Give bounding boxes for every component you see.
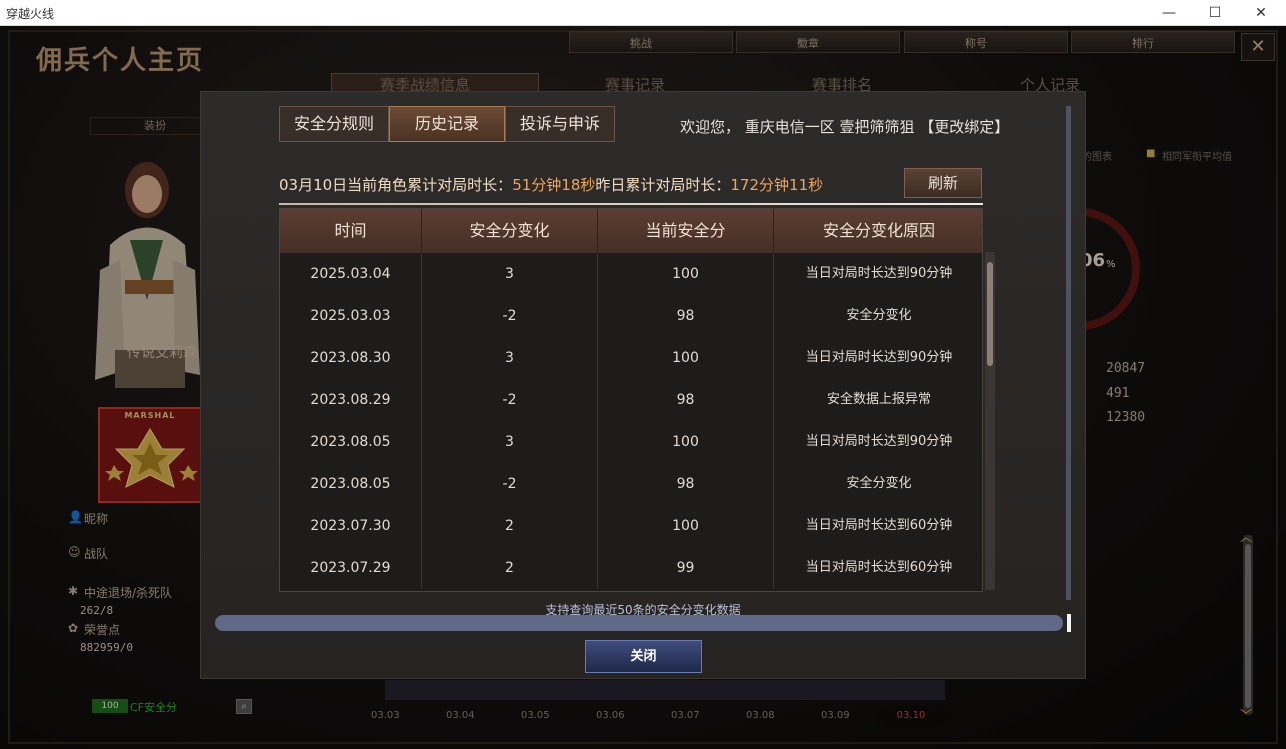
window-titlebar: 穿越火线 — ☐ ✕ bbox=[0, 0, 1286, 26]
cell-current: 98 bbox=[598, 295, 774, 337]
cell-current: 98 bbox=[598, 379, 774, 421]
horizontal-scrollbar-end bbox=[1067, 614, 1071, 632]
cell-current: 99 bbox=[598, 547, 774, 589]
table-scrollbar-thumb[interactable] bbox=[987, 262, 993, 366]
table-row: 2023.07.30 2 100 当日对局时长达到60分钟 bbox=[280, 505, 982, 547]
cell-time: 2023.07.29 bbox=[280, 547, 422, 589]
cell-reason: 当日对局时长达到90分钟 bbox=[805, 434, 953, 449]
cell-current: 100 bbox=[598, 337, 774, 379]
cell-change: 3 bbox=[422, 253, 598, 295]
cell-time: 2023.08.05 bbox=[280, 463, 422, 505]
close-button[interactable]: 关闭 bbox=[585, 640, 702, 673]
cell-reason: 当日对局时长达到60分钟 bbox=[805, 560, 953, 575]
cell-time: 2023.08.05 bbox=[280, 421, 422, 463]
refresh-button[interactable]: 刷新 bbox=[904, 168, 982, 198]
window-close-button[interactable]: ✕ bbox=[1238, 0, 1284, 26]
cell-change: 2 bbox=[422, 505, 598, 547]
header-time: 时间 bbox=[280, 209, 422, 253]
table-row: 2023.08.05 3 100 当日对局时长达到90分钟 bbox=[280, 421, 982, 463]
table-row: 2023.07.29 2 99 当日对局时长达到60分钟 bbox=[280, 547, 982, 589]
header-current: 当前安全分 bbox=[598, 209, 774, 253]
window-title: 穿越火线 bbox=[6, 7, 55, 21]
cell-reason: 安全分变化 bbox=[846, 476, 912, 491]
table-row: 2023.08.29 -2 98 安全数据上报异常 bbox=[280, 379, 982, 421]
cell-current: 100 bbox=[598, 253, 774, 295]
today-text: 03月10日当前角色累计对局时长： bbox=[279, 176, 513, 194]
cell-time: 2025.03.03 bbox=[280, 295, 422, 337]
table-row: 2023.08.30 3 100 当日对局时长达到90分钟 bbox=[280, 337, 982, 379]
maximize-button[interactable]: ☐ bbox=[1192, 0, 1238, 26]
table-row: 2025.03.03 -2 98 安全分变化 bbox=[280, 295, 982, 337]
cell-time: 2023.08.29 bbox=[280, 379, 422, 421]
cell-change: 3 bbox=[422, 337, 598, 379]
cell-reason: 当日对局时长达到60分钟 bbox=[805, 518, 953, 533]
cell-change: -2 bbox=[422, 295, 598, 337]
cell-current: 100 bbox=[598, 421, 774, 463]
table-row: 2023.08.05 -2 98 安全分变化 bbox=[280, 463, 982, 505]
cell-reason: 安全分变化 bbox=[846, 308, 912, 323]
yesterday-duration: 172分钟11秒 bbox=[730, 176, 824, 194]
cell-time: 2023.08.30 bbox=[280, 337, 422, 379]
minimize-button[interactable]: — bbox=[1146, 0, 1192, 26]
table-row: 2025.03.04 3 100 当日对局时长达到90分钟 bbox=[280, 253, 982, 295]
tab-security-rules[interactable]: 安全分规则 bbox=[279, 106, 389, 142]
cell-change: -2 bbox=[422, 463, 598, 505]
tab-appeal[interactable]: 投诉与申诉 bbox=[505, 106, 615, 142]
cell-change: -2 bbox=[422, 379, 598, 421]
history-table: 时间 安全分变化 当前安全分 安全分变化原因 2025.03.04 3 100 当日对… bbox=[279, 208, 983, 592]
divider bbox=[279, 203, 983, 205]
cell-time: 2025.03.04 bbox=[280, 253, 422, 295]
cell-time: 2023.07.30 bbox=[280, 505, 422, 547]
modal-scrollbar[interactable] bbox=[1066, 106, 1071, 600]
table-header: 时间 安全分变化 当前安全分 安全分变化原因 bbox=[280, 209, 982, 253]
today-duration: 51分钟18秒 bbox=[512, 176, 596, 194]
play-time-info: 03月10日当前角色累计对局时长：51分钟18秒昨日累计对局时长：172分钟11… bbox=[279, 174, 823, 195]
cell-reason: 当日对局时长达到90分钟 bbox=[805, 350, 953, 365]
cell-reason: 安全数据上报异常 bbox=[826, 392, 931, 407]
cell-change: 2 bbox=[422, 547, 598, 589]
cell-current: 98 bbox=[598, 463, 774, 505]
tab-history[interactable]: 历史记录 bbox=[389, 106, 505, 142]
cell-reason: 当日对局时长达到90分钟 bbox=[805, 266, 953, 281]
cell-change: 3 bbox=[422, 421, 598, 463]
header-change: 安全分变化 bbox=[422, 209, 598, 253]
header-reason: 安全分变化原因 bbox=[822, 221, 935, 240]
welcome-text: 欢迎您， 重庆电信一区 壹把筛筛狙 【更改绑定】 bbox=[680, 118, 1010, 136]
cell-current: 100 bbox=[598, 505, 774, 547]
horizontal-scrollbar[interactable] bbox=[215, 615, 1063, 631]
yesterday-text: 昨日累计对局时长： bbox=[595, 176, 731, 194]
